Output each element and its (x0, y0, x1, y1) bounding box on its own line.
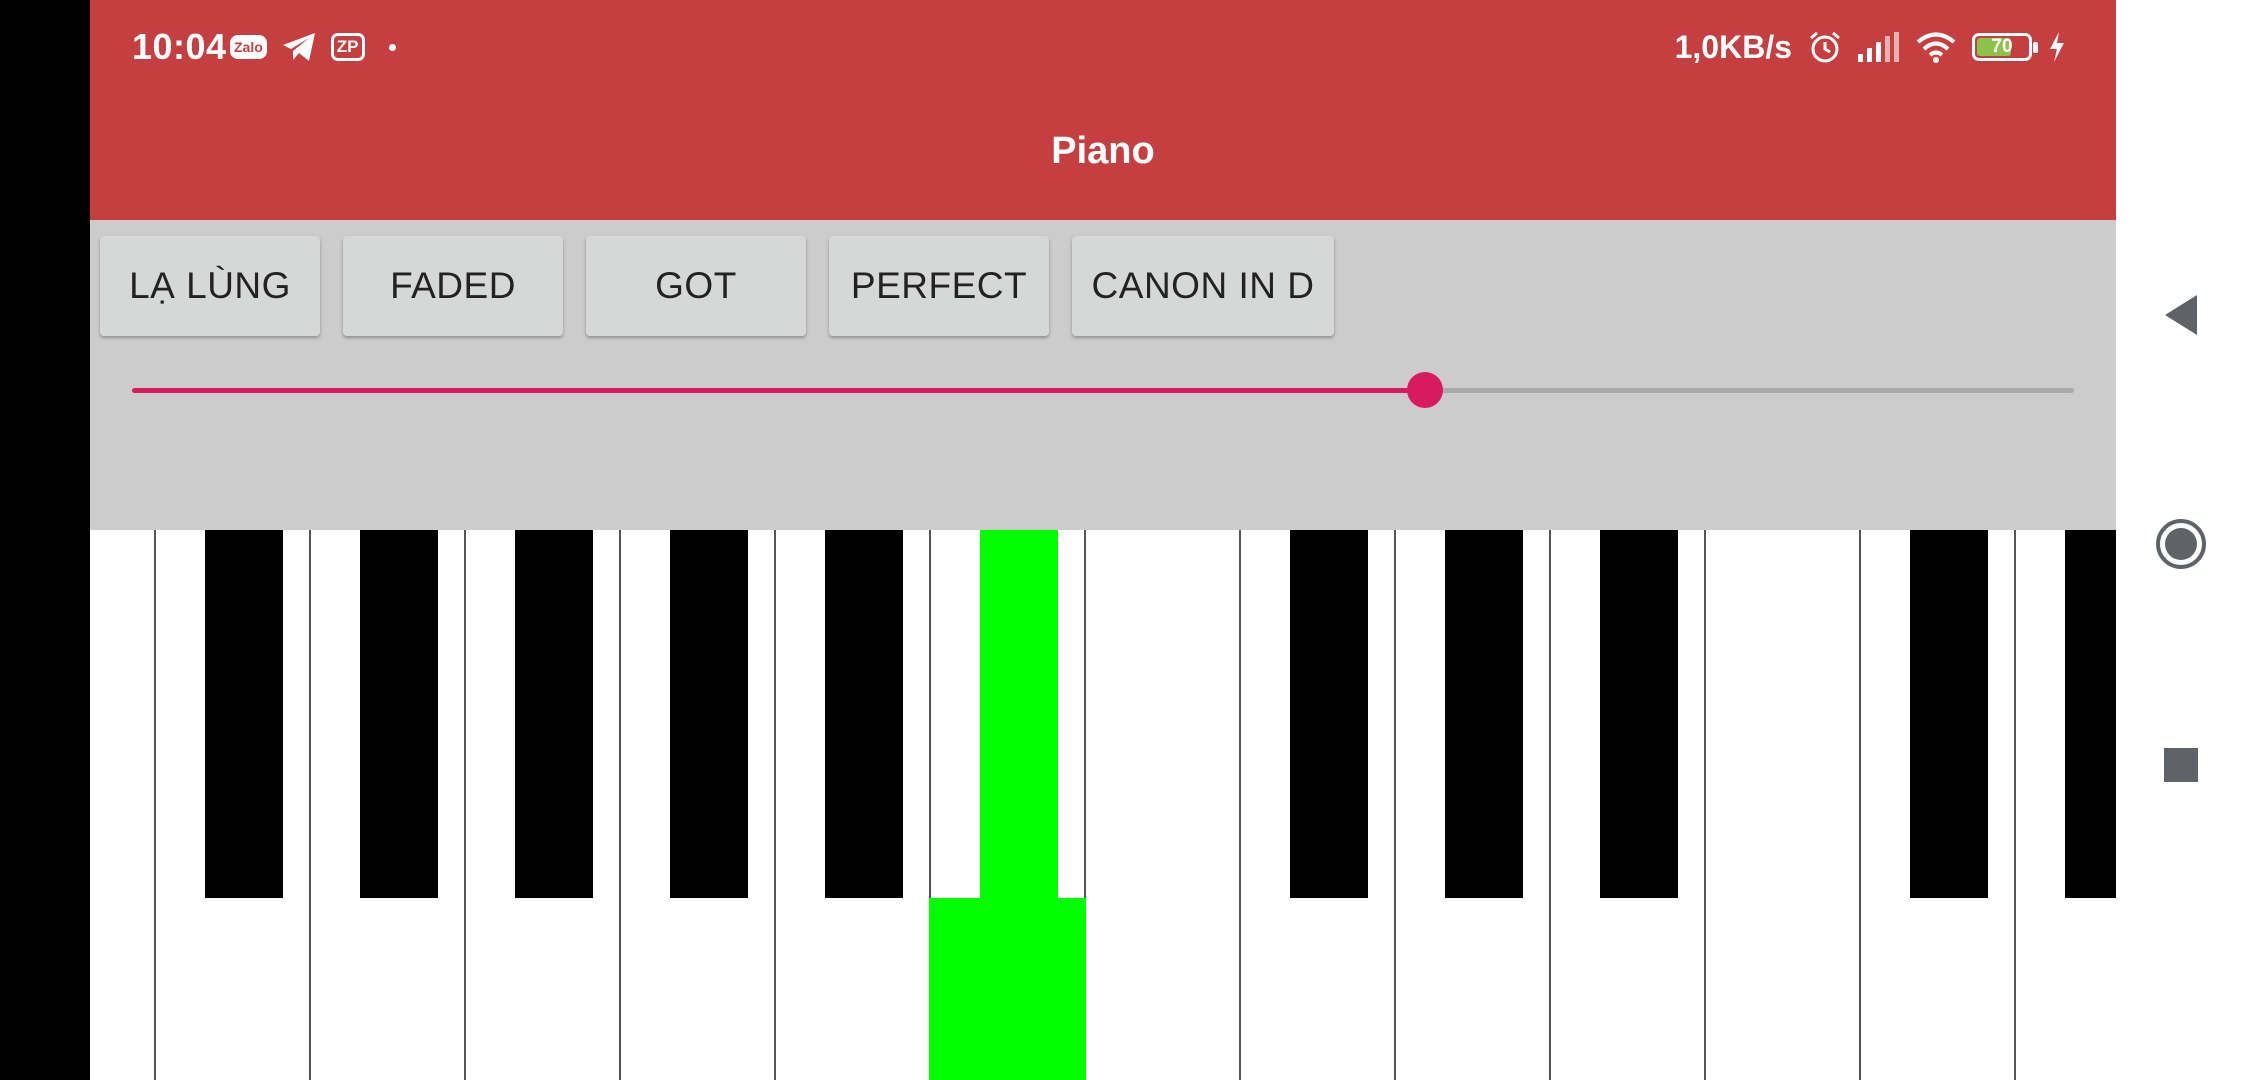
black-key-4[interactable] (825, 530, 903, 898)
notification-icons: Zalo ZP (230, 22, 396, 72)
home-button[interactable] (2116, 518, 2246, 570)
song-button-got[interactable]: GOT (586, 236, 806, 336)
battery-level: 70 (1991, 36, 2013, 57)
black-key-3[interactable] (515, 530, 593, 898)
back-icon (2165, 295, 2197, 335)
status-bar: 10:04 Zalo ZP 1,0KB/s 70 (90, 0, 2116, 95)
back-button[interactable] (2116, 292, 2246, 338)
black-key-11[interactable] (670, 530, 748, 898)
black-key-10[interactable] (2065, 530, 2116, 898)
signal-icon (1858, 32, 1899, 62)
controls-panel: LẠ LÙNG FADED GOT PERFECT CANON IN D (90, 220, 2116, 530)
song-button-perfect[interactable]: PERFECT (829, 236, 1049, 336)
system-status: 1,0KB/s 70 (1675, 22, 2066, 72)
black-key-5[interactable] (980, 530, 1058, 898)
song-button-la-lung[interactable]: LẠ LÙNG (100, 236, 320, 336)
wifi-icon (1916, 32, 1956, 63)
active-key-lower (929, 898, 1086, 1080)
more-notifications-dot-icon (388, 43, 396, 51)
black-key-8[interactable] (1600, 530, 1678, 898)
piano-keyboard (90, 530, 2116, 1080)
white-key-0[interactable] (90, 530, 154, 1080)
slider-thumb[interactable] (1407, 372, 1444, 408)
battery-tip (2033, 42, 2038, 53)
slider-fill (132, 388, 1426, 393)
recents-button[interactable] (2116, 746, 2246, 784)
telegram-icon (282, 33, 315, 61)
app-title: Piano (1051, 130, 1155, 172)
home-icon (2156, 519, 2206, 569)
black-key-2[interactable] (360, 530, 438, 898)
recents-icon (2164, 748, 2198, 782)
battery-icon: 70 (1972, 33, 2038, 61)
navigation-bar (2116, 0, 2246, 1080)
network-speed: 1,0KB/s (1674, 28, 1792, 65)
song-button-canon-in-d[interactable]: CANON IN D (1072, 236, 1334, 336)
song-button-faded[interactable]: FADED (343, 236, 563, 336)
piano-app: 10:04 Zalo ZP 1,0KB/s 70 Piano LẠ LÙNG F… (90, 0, 2116, 1080)
app-bar: 10:04 Zalo ZP 1,0KB/s 70 Piano (90, 0, 2116, 220)
charging-icon (2050, 32, 2064, 62)
black-key-9[interactable] (1910, 530, 1988, 898)
left-black-bar (0, 0, 90, 1080)
white-key-11[interactable] (1704, 530, 1859, 1080)
status-time: 10:04 (132, 26, 227, 67)
zp-icon: ZP (330, 33, 365, 61)
black-key-6[interactable] (1290, 530, 1368, 898)
seek-slider[interactable] (132, 372, 2074, 408)
black-key-7[interactable] (1445, 530, 1523, 898)
zalo-icon: Zalo (230, 35, 267, 59)
alarm-icon (1810, 31, 1840, 63)
white-key-7[interactable] (1084, 530, 1239, 1080)
black-key-1[interactable] (205, 530, 283, 898)
